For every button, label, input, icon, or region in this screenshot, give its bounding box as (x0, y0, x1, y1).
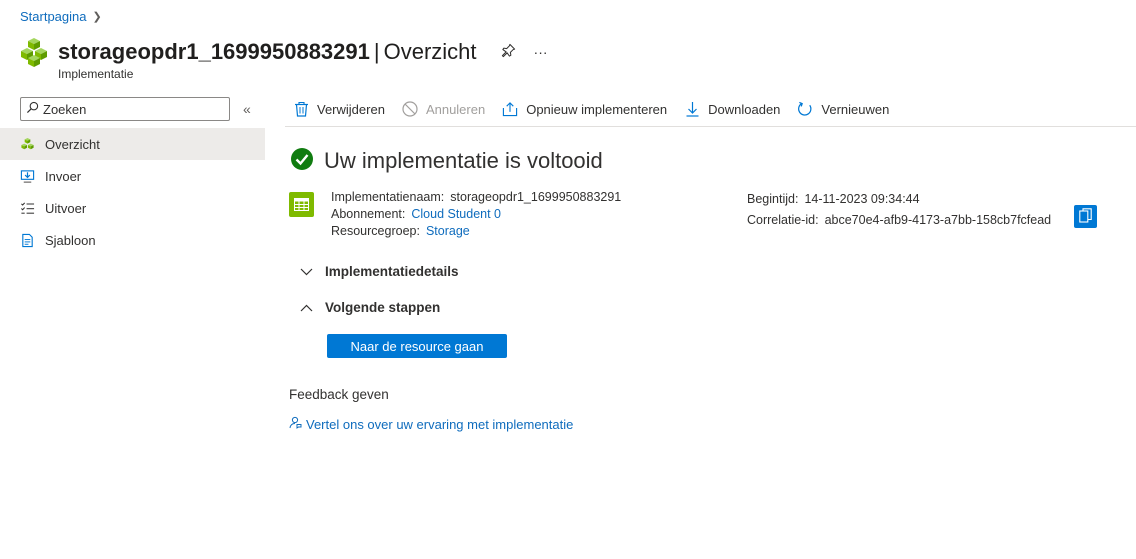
check-circle-icon (290, 147, 314, 174)
feedback-link[interactable]: Vertel ons over uw ervaring met implemen… (289, 416, 573, 432)
page-title: storageopdr1_1699950883291 | Overzicht (58, 39, 477, 65)
page-header: storageopdr1_1699950883291 | Overzicht ··· (18, 36, 548, 68)
redeploy-button[interactable]: Opnieuw implementeren (502, 101, 667, 117)
sidebar-item-label: Sjabloon (45, 232, 96, 248)
download-label: Downloaden (708, 101, 781, 117)
deployment-details-toggle[interactable]: Implementatiedetails (300, 264, 459, 279)
refresh-label: Vernieuwen (821, 101, 890, 117)
sidebar-item-uitvoer[interactable]: Uitvoer (0, 192, 265, 224)
collapse-sidebar-icon[interactable]: « (243, 101, 251, 117)
sidebar: Overzicht Invoer Uitvoer Sjabloon (0, 128, 265, 256)
redeploy-label: Opnieuw implementeren (526, 101, 668, 117)
chevron-right-icon: ❯ (92, 11, 102, 23)
sidebar-item-sjabloon[interactable]: Sjabloon (0, 224, 265, 256)
search-input[interactable] (43, 101, 223, 117)
breadcrumb-home-link[interactable]: Startpagina (20, 9, 87, 24)
delete-button[interactable]: Verwijderen (293, 101, 385, 117)
feedback-heading: Feedback geven (289, 387, 389, 402)
deployment-info: Implementatienaam: storageopdr1_16999508… (331, 189, 621, 240)
deployment-info-right: Begintijd: 14-11-2023 09:34:44 Correlati… (747, 189, 1051, 231)
start-time-label: Begintijd: (747, 192, 799, 206)
command-bar: Verwijderen Annuleren Opnieuw implemente… (285, 92, 1136, 127)
download-icon (684, 101, 700, 117)
pin-icon[interactable] (501, 43, 516, 61)
download-button[interactable]: Downloaden (684, 101, 780, 117)
cancel-button[interactable]: Annuleren (402, 101, 485, 117)
search-icon (26, 101, 39, 117)
status-title: Uw implementatie is voltooid (324, 147, 603, 173)
deployment-name-label: Implementatienaam: (331, 190, 445, 204)
output-icon (20, 201, 35, 216)
upload-icon (502, 101, 518, 117)
search-box[interactable] (20, 97, 230, 121)
deployment-status: Uw implementatie is voltooid (290, 147, 603, 174)
subscription-label: Abonnement: (331, 207, 406, 221)
chevron-up-icon (300, 300, 313, 315)
deployment-table-icon (289, 192, 314, 217)
sidebar-item-label: Uitvoer (45, 200, 87, 216)
resource-name: storageopdr1_1699950883291 (58, 39, 370, 64)
deployment-icon (20, 137, 35, 152)
breadcrumb: Startpagina ❯ (20, 9, 102, 24)
deployment-name-value: storageopdr1_1699950883291 (450, 190, 622, 204)
feedback-link-label: Vertel ons over uw ervaring met implemen… (306, 416, 574, 432)
resource-group-link[interactable]: Storage (426, 223, 470, 240)
refresh-icon (797, 101, 813, 117)
input-icon (20, 169, 35, 184)
more-options-icon[interactable]: ··· (534, 44, 548, 60)
trash-icon (293, 101, 309, 117)
next-steps-toggle[interactable]: Volgende stappen (300, 300, 440, 315)
deployment-icon (18, 36, 50, 68)
refresh-button[interactable]: Vernieuwen (797, 101, 889, 117)
correlation-id-value: abce70e4-afb9-4173-a7bb-158cb7fcfead (824, 213, 1052, 227)
correlation-id-label: Correlatie-id: (747, 213, 819, 227)
resource-group-label: Resourcegroep: (331, 224, 420, 238)
start-time-value: 14-11-2023 09:34:44 (804, 192, 920, 206)
next-steps-label: Volgende stappen (325, 300, 441, 315)
sidebar-item-overzicht[interactable]: Overzicht (0, 128, 265, 160)
cancel-label: Annuleren (425, 101, 486, 117)
copy-icon (1079, 207, 1092, 226)
cancel-icon (402, 101, 418, 117)
title-separator: | (373, 39, 380, 64)
sidebar-item-label: Invoer (45, 168, 82, 184)
go-to-resource-button[interactable]: Naar de resource gaan (327, 334, 507, 358)
subscription-link[interactable]: Cloud Student 0 (411, 206, 501, 223)
sidebar-item-invoer[interactable]: Invoer (0, 160, 265, 192)
deployment-details-label: Implementatiedetails (325, 264, 459, 279)
page-subtitle: Implementatie (58, 67, 134, 81)
copy-button[interactable] (1074, 205, 1097, 228)
sidebar-item-label: Overzicht (45, 136, 100, 152)
delete-label: Verwijderen (317, 101, 385, 117)
feedback-icon (289, 416, 302, 432)
template-icon (20, 233, 35, 248)
section-name: Overzicht (383, 39, 477, 64)
chevron-down-icon (300, 264, 313, 279)
